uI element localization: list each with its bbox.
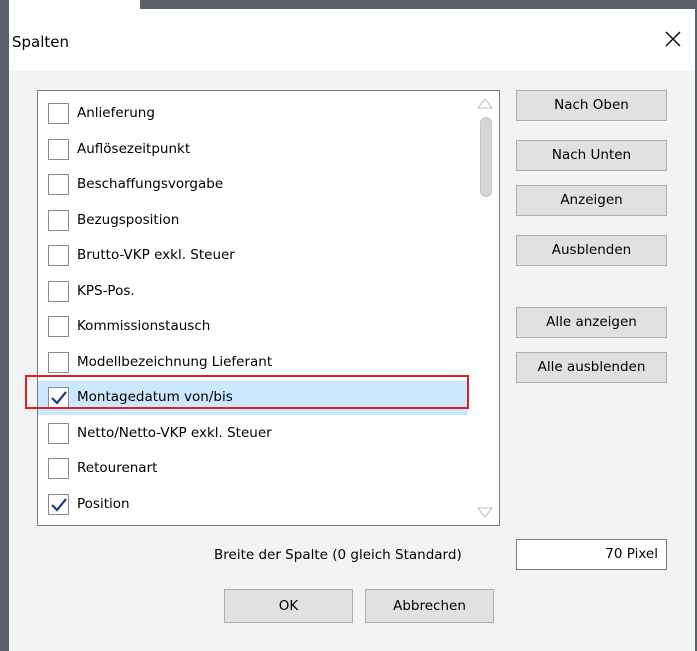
list-item[interactable]: Montagedatum von/bis [38,381,468,415]
window-frame-left [0,0,9,651]
hide-all-button[interactable]: Alle ausblenden [516,352,667,383]
checkbox[interactable] [48,174,69,195]
checkbox[interactable] [48,422,69,444]
list-item-label: Brutto-VKP exkl. Steuer [77,247,235,263]
checkbox[interactable] [48,138,69,160]
hide-button-label: Ausblenden [551,242,632,258]
move-up-button[interactable]: Nach Oben [516,90,667,121]
list-item[interactable]: Beschaffungsvorgabe [38,168,468,202]
hide-all-button-label: Alle ausblenden [537,359,646,375]
checkbox[interactable] [48,351,69,373]
ok-button-label: OK [278,598,299,614]
columns-dialog: Spalten Anlieferung Auflösezeitpunkt Besch… [9,9,695,651]
list-item-label: Bezugsposition [77,211,180,228]
window-frame-top-gap [0,0,140,9]
list-item-label: Auflösezeitpunkt [77,140,191,157]
list-item[interactable]: Kommissionstausch [38,310,468,344]
column-width-label: Breite der Spalte (0 gleich Standard) [214,547,462,563]
ok-button[interactable]: OK [224,589,353,623]
list-item[interactable]: Position [38,488,468,522]
checkmark-icon [51,497,67,512]
dialog-title: Spalten [12,33,70,51]
cancel-button[interactable]: Abbrechen [365,589,494,623]
list-item[interactable]: Netto/Netto-VKP exkl. Steuer [38,417,468,451]
list-item-label: Montagedatum von/bis [77,389,233,405]
checkbox-checked[interactable] [48,387,69,408]
scroll-up-arrow-icon[interactable] [477,97,493,109]
list-item[interactable]: Auflösezeitpunkt [38,133,468,167]
show-button-label: Anzeigen [560,192,623,208]
list-item-label: Kommissionstausch [77,318,211,334]
scroll-down-arrow-icon[interactable] [477,507,493,519]
show-button[interactable]: Anzeigen [516,185,667,216]
list-item[interactable]: Modellbezeichnung Lieferant [38,346,468,380]
list-item[interactable]: Retourenart [38,452,468,486]
column-width-input[interactable]: 70 Pixel [516,539,667,570]
list-item-label: Modellbezeichnung Lieferant [77,353,273,370]
show-all-button[interactable]: Alle anzeigen [516,307,667,338]
move-down-button[interactable]: Nach Unten [516,140,667,171]
checkbox[interactable] [48,209,69,231]
list-item-label: Retourenart [77,460,158,476]
move-up-button-label: Nach Oben [554,97,629,113]
scrollbar-thumb[interactable] [480,117,492,197]
list-item[interactable]: KPS-Pos. [38,275,468,309]
checkbox[interactable] [48,280,69,302]
checkbox[interactable] [48,458,69,479]
dialog-titlebar: Spalten [9,9,695,71]
move-down-button-label: Nach Unten [551,147,632,163]
show-all-button-label: Alle anzeigen [546,314,637,330]
checkmark-icon [51,391,67,405]
list-item-label: Beschaffungsvorgabe [77,176,224,192]
list-scrollbar[interactable] [471,91,499,525]
list-item[interactable]: Anlieferung [38,97,468,131]
checkbox[interactable] [48,316,69,337]
hide-button[interactable]: Ausblenden [516,235,667,266]
list-item-label: Position [77,495,130,512]
checkbox-checked[interactable] [48,493,69,515]
list-item-label: Anlieferung [77,105,155,121]
cancel-button-label: Abbrechen [393,598,466,614]
checkbox[interactable] [48,103,69,124]
list-item[interactable]: Brutto-VKP exkl. Steuer [38,239,468,273]
list-item-label: KPS-Pos. [77,282,135,299]
close-icon[interactable] [661,27,685,51]
list-item[interactable]: Bezugsposition [38,204,468,238]
list-item-label: Netto/Netto-VKP exkl. Steuer [77,424,272,441]
checkbox[interactable] [48,245,69,266]
columns-list[interactable]: Anlieferung Auflösezeitpunkt Beschaffungsv… [37,90,500,526]
